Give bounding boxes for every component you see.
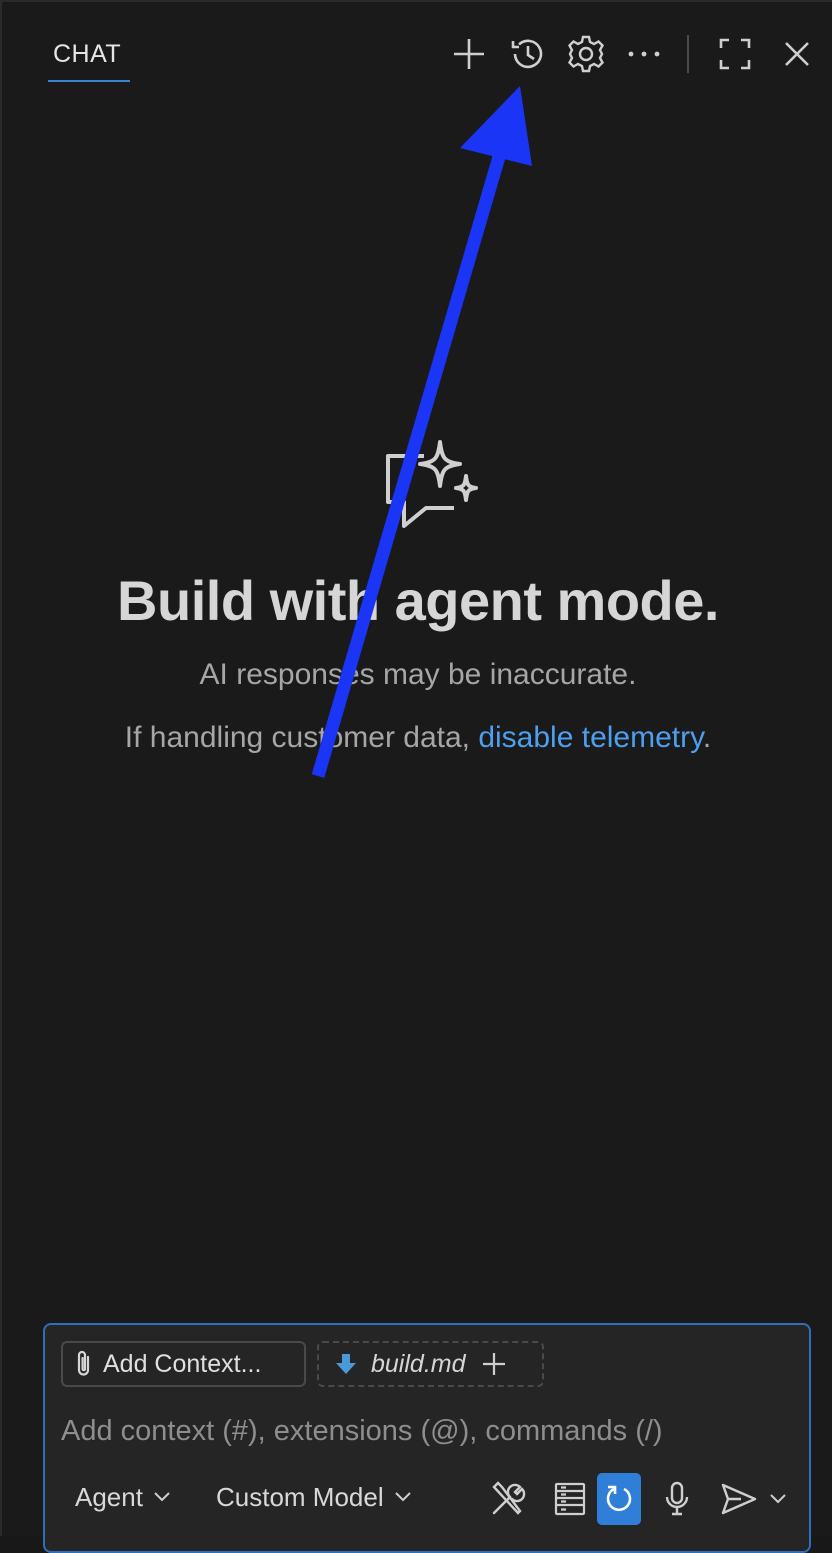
annotation-arrow [311, 86, 532, 778]
chat-input-box: Add Context... build.md Agent Custom Mod… [43, 1323, 811, 1553]
mode-dropdown[interactable]: Agent [75, 1473, 171, 1521]
header-divider [687, 35, 689, 73]
tab-chat[interactable]: CHAT [48, 38, 130, 82]
download-arrow-icon [336, 1354, 356, 1374]
more-icon [628, 51, 660, 57]
chevron-down-icon [770, 1494, 786, 1504]
add-context-button[interactable]: Add Context... [61, 1341, 306, 1387]
chevron-down-icon [394, 1492, 411, 1502]
send-options-dropdown[interactable] [763, 1473, 793, 1525]
plus-icon [454, 39, 484, 69]
maximize-button[interactable] [711, 30, 759, 78]
chat-sparkle-icon [386, 440, 478, 528]
gear-icon [568, 35, 604, 73]
mode-label: Agent [75, 1481, 143, 1512]
chat-prompt-input[interactable] [61, 1409, 791, 1453]
welcome-title: Build with agent mode. [117, 569, 719, 632]
chat-panel: CHAT Build with agent mode. AI responses… [0, 0, 832, 1553]
auto-refresh-toggle[interactable] [597, 1473, 641, 1525]
disable-telemetry-link[interactable]: disable telemetry [478, 721, 703, 754]
paperclip-icon [77, 1350, 90, 1376]
microphone-icon [665, 1481, 689, 1516]
attached-file-chip[interactable]: build.md [317, 1341, 544, 1387]
telemetry-notice: If handling customer data, disable telem… [2, 721, 832, 755]
server-button[interactable] [548, 1473, 592, 1525]
more-actions-button[interactable] [620, 30, 668, 78]
history-button[interactable] [504, 30, 552, 78]
close-button[interactable] [773, 30, 821, 78]
chat-header: CHAT [2, 2, 832, 102]
telemetry-suffix: . [702, 721, 712, 754]
send-button[interactable] [717, 1473, 761, 1525]
send-icon [721, 1483, 757, 1515]
attached-file-name: build.md [371, 1349, 466, 1378]
close-icon [785, 42, 809, 66]
history-icon [511, 39, 543, 69]
settings-button[interactable] [562, 30, 610, 78]
refresh-icon [606, 1485, 632, 1512]
model-dropdown[interactable]: Custom Model [216, 1473, 412, 1521]
tools-button[interactable] [486, 1473, 530, 1525]
server-icon [554, 1482, 586, 1516]
chevron-down-icon [154, 1492, 170, 1502]
new-chat-button[interactable] [445, 30, 493, 78]
model-label: Custom Model [216, 1481, 384, 1512]
add-file-button[interactable] [482, 1352, 506, 1376]
telemetry-prefix: If handling customer data, [124, 721, 479, 754]
ai-disclaimer: AI responses may be inaccurate. [199, 658, 637, 691]
plus-icon [482, 1353, 505, 1375]
add-context-label: Add Context... [103, 1349, 262, 1378]
maximize-icon [719, 38, 751, 70]
voice-input-button[interactable] [655, 1473, 699, 1525]
tools-icon [492, 1481, 526, 1515]
